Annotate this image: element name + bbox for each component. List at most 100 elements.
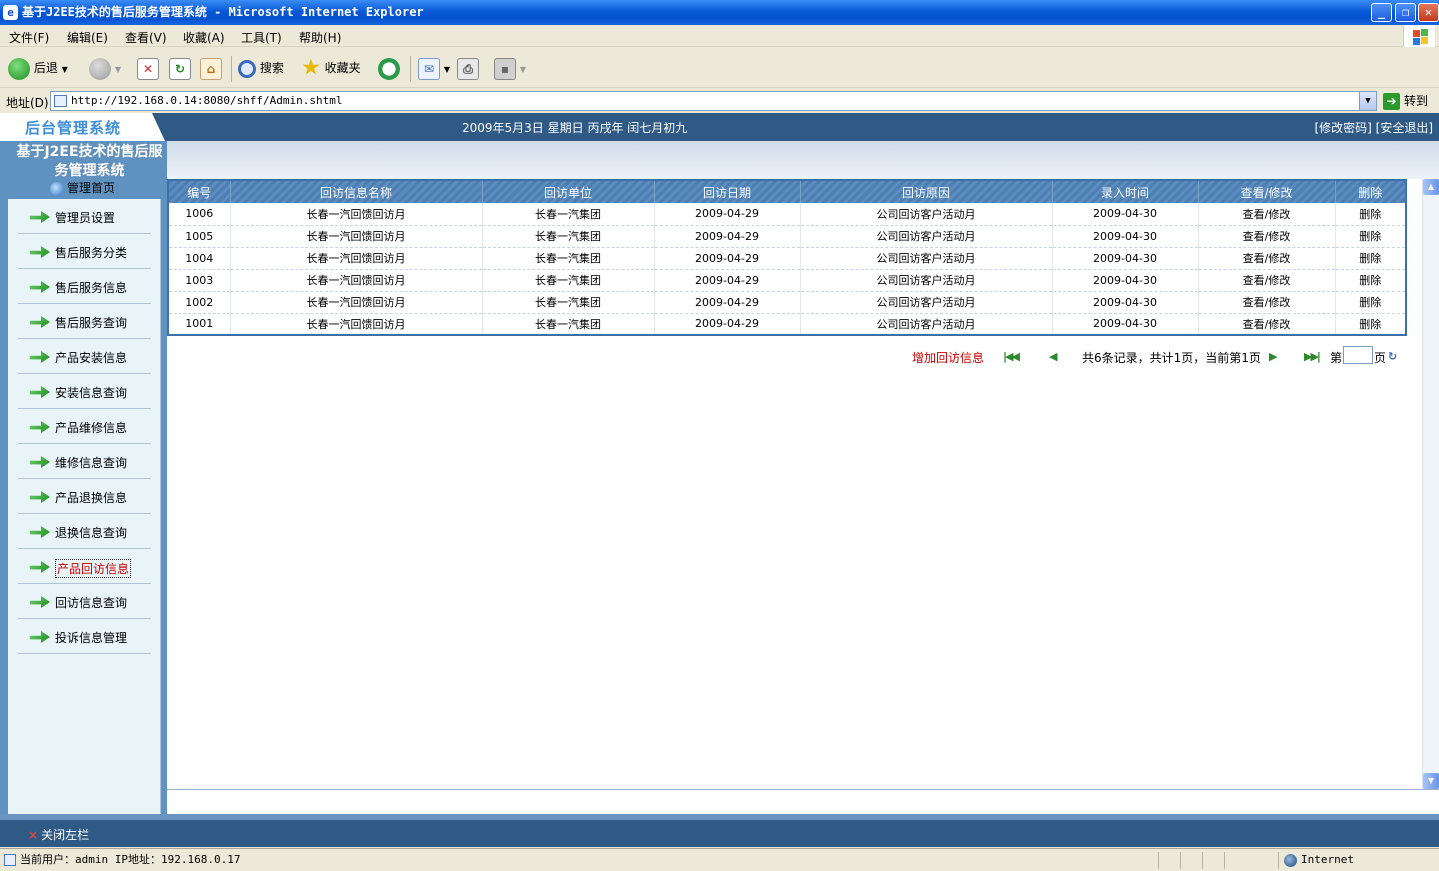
menu-view[interactable]: 查看(V): [125, 29, 167, 46]
cell-visit-date: 2009-04-29: [654, 247, 801, 270]
favorites-button[interactable]: ★ 收藏夹: [301, 56, 361, 80]
vertical-scrollbar[interactable]: ▲ ▼: [1422, 179, 1439, 789]
prev-page-icon[interactable]: ◀: [1049, 350, 1058, 363]
add-visit-link[interactable]: 增加回访信息: [912, 349, 984, 366]
sidebar-item-complaint[interactable]: 投诉信息管理: [18, 619, 151, 654]
table-row: 1004 长春一汽回馈回访月 长春一汽集团 2009-04-29 公司回访客户活动月 20…: [168, 247, 1407, 270]
arrow-icon: [30, 526, 50, 538]
search-button[interactable]: 搜索: [238, 56, 284, 80]
forward-button[interactable]: ▼: [89, 56, 121, 80]
sidebar-item-visit-query[interactable]: 回访信息查询: [18, 584, 151, 619]
delete-link[interactable]: 删除: [1335, 203, 1407, 226]
cell-reason: 公司回访客户活动月: [800, 203, 1053, 226]
content-footer-line: [167, 789, 1439, 814]
sidebar-item-service-category[interactable]: 售后服务分类: [18, 234, 151, 269]
delete-link[interactable]: 删除: [1335, 225, 1407, 248]
sidebar-item-repair-query[interactable]: 维修信息查询: [18, 444, 151, 479]
view-edit-link[interactable]: 查看/修改: [1198, 203, 1336, 226]
page-suffix: 页: [1374, 351, 1387, 365]
sidebar-item-install-query[interactable]: 安装信息查询: [18, 374, 151, 409]
maximize-button[interactable]: ❐: [1395, 3, 1416, 22]
cell-unit: 长春一汽集团: [482, 269, 655, 292]
go-arrow-icon: ➔: [1383, 93, 1400, 110]
globe-icon: [50, 181, 64, 196]
edit-button[interactable]: ▪ ▼: [494, 56, 526, 80]
menu-help[interactable]: 帮助(H): [299, 29, 341, 46]
menu-bar: 文件(F) 编辑(E) 查看(V) 收藏(A) 工具(T) 帮助(H): [0, 25, 1439, 47]
web-page: 后台管理系统 2009年5月3日 星期日 丙戌年 闰七月初九 [修改密码] [安…: [0, 113, 1439, 847]
cell-entry-time: 2009-04-30: [1052, 203, 1199, 226]
logo: 后台管理系统: [0, 113, 165, 141]
mail-button[interactable]: ✉ ▼: [418, 56, 450, 80]
delete-link[interactable]: 删除: [1335, 269, 1407, 292]
home-button[interactable]: ⌂: [200, 56, 222, 80]
go-button[interactable]: ➔ 转到: [1383, 92, 1428, 110]
back-arrow-icon: [8, 57, 30, 80]
cell-id: 1004: [168, 247, 231, 270]
delete-link[interactable]: 删除: [1335, 291, 1407, 314]
cell-id: 1001: [168, 313, 231, 336]
system-title: 基于J2EE技术的售后服务管理系统: [16, 144, 163, 179]
menu-favorites[interactable]: 收藏(A): [183, 29, 225, 46]
table-header-row: 编号 回访信息名称 回访单位 回访日期 回访原因 录入时间 查看/修改 删除: [168, 180, 1407, 203]
cell-visit-date: 2009-04-29: [654, 291, 801, 314]
delete-link[interactable]: 删除: [1335, 247, 1407, 270]
column-header: 编号: [168, 180, 231, 203]
cell-entry-time: 2009-04-30: [1052, 225, 1199, 248]
delete-link[interactable]: 删除: [1335, 313, 1407, 336]
refresh-button[interactable]: ↻: [169, 56, 191, 80]
cell-entry-time: 2009-04-30: [1052, 313, 1199, 336]
address-input[interactable]: http://192.168.0.14:8080/shff/Admin.shtm…: [50, 91, 1377, 111]
cell-name: 长春一汽回馈回访月: [230, 291, 483, 314]
go-page-icon[interactable]: ↻: [1388, 350, 1397, 363]
history-icon: [378, 57, 400, 80]
scroll-down-button[interactable]: ▼: [1423, 773, 1439, 789]
sidebar-item-return-info[interactable]: 产品退换信息: [18, 479, 151, 514]
sidebar-item-install-info[interactable]: 产品安装信息: [18, 339, 151, 374]
cell-unit: 长春一汽集团: [482, 247, 655, 270]
window-title-bar: e 基于J2EE技术的售后服务管理系统 - Microsoft Internet…: [0, 0, 1439, 25]
main-content: 编号 回访信息名称 回访单位 回访日期 回访原因 录入时间 查看/修改 删除 1…: [167, 179, 1422, 789]
address-dropdown-button[interactable]: ▼: [1359, 92, 1376, 110]
search-icon: [238, 59, 256, 78]
last-page-icon[interactable]: ▶▶|: [1304, 350, 1321, 363]
menu-file[interactable]: 文件(F): [9, 29, 49, 46]
arrow-icon: [30, 421, 50, 433]
menu-edit[interactable]: 编辑(E): [67, 29, 108, 46]
arrow-icon: [30, 316, 50, 328]
close-button[interactable]: ✕: [1418, 3, 1439, 22]
cell-reason: 公司回访客户活动月: [800, 247, 1053, 270]
stop-button[interactable]: ✕: [137, 56, 159, 80]
account-links[interactable]: [修改密码] [安全退出]: [1314, 119, 1433, 136]
sidebar-item-service-info[interactable]: 售后服务信息: [18, 269, 151, 304]
history-button[interactable]: [378, 56, 400, 80]
sidebar-item-repair-info[interactable]: 产品维修信息: [18, 409, 151, 444]
page-number-input[interactable]: [1343, 346, 1373, 364]
view-edit-link[interactable]: 查看/修改: [1198, 247, 1336, 270]
close-left-panel-link[interactable]: × 关闭左栏: [28, 826, 89, 843]
view-edit-link[interactable]: 查看/修改: [1198, 291, 1336, 314]
arrow-icon: [30, 631, 50, 643]
cell-entry-time: 2009-04-30: [1052, 247, 1199, 270]
view-edit-link[interactable]: 查看/修改: [1198, 269, 1336, 292]
print-button[interactable]: ⎙: [457, 56, 479, 80]
next-page-icon[interactable]: ▶: [1269, 350, 1278, 363]
page-status-icon: [4, 854, 16, 866]
sidebar-item-service-query[interactable]: 售后服务查询: [18, 304, 151, 339]
view-edit-link[interactable]: 查看/修改: [1198, 225, 1336, 248]
sidebar-item-admin-settings[interactable]: 管理员设置: [18, 199, 151, 234]
sidebar-item-return-query[interactable]: 退换信息查询: [18, 514, 151, 549]
visit-table: 编号 回访信息名称 回访单位 回访日期 回访原因 录入时间 查看/修改 删除 1…: [167, 179, 1407, 336]
arrow-icon: [30, 561, 50, 573]
scroll-up-button[interactable]: ▲: [1423, 179, 1439, 195]
view-edit-link[interactable]: 查看/修改: [1198, 313, 1336, 336]
sidebar-item-visit-info[interactable]: 产品回访信息: [18, 549, 151, 584]
back-button[interactable]: 后退 ▼: [8, 56, 68, 80]
menu-tools[interactable]: 工具(T): [241, 29, 282, 46]
cell-entry-time: 2009-04-30: [1052, 291, 1199, 314]
first-page-icon[interactable]: |◀◀: [1003, 350, 1020, 363]
arrow-icon: [30, 491, 50, 503]
home-link[interactable]: 管理首页: [50, 179, 115, 196]
windows-logo-icon: [1403, 25, 1435, 47]
minimize-button[interactable]: _: [1371, 3, 1392, 22]
